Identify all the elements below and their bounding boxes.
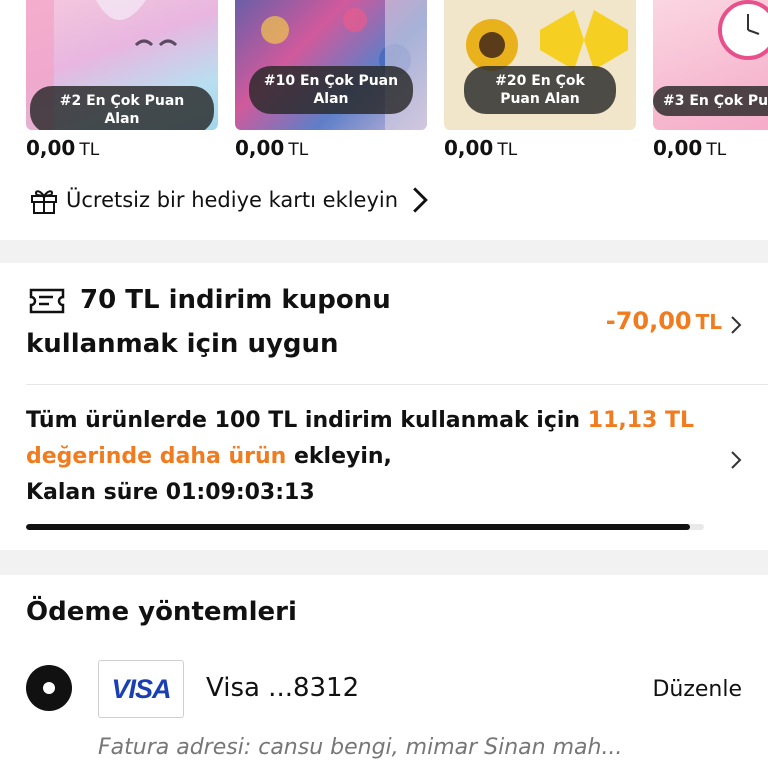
product-card[interactable]: #3 En Çok Pu 0,00 TL (653, 0, 768, 165)
product-price: 0,00 TL (235, 136, 309, 160)
product-price: 0,00 TL (653, 136, 727, 160)
product-image: #20 En Çok Puan Alan (444, 0, 636, 130)
ranking-badge: #2 En Çok Puan Alan (30, 86, 214, 130)
coupon-row[interactable]: 70 TL indirim kuponu kullanmak için uygu… (0, 263, 768, 383)
card-label: Visa ...8312 (206, 673, 360, 703)
section-divider (0, 240, 768, 263)
payment-methods-section: Ödeme yöntemleri VISA Visa ...8312 Düzen… (0, 575, 768, 768)
add-gift-card-link[interactable]: Ücretsiz bir hediye kartı ekleyin (28, 184, 436, 216)
coupon-title: 70 TL indirim kuponu (80, 285, 391, 315)
recommended-products-strip: #2 En Çok Puan Alan 0,00 TL #10 En Çok Pu… (0, 0, 768, 240)
promo-text: Tüm ürünlerde 100 TL indirim kullanmak i… (26, 408, 695, 505)
ranking-badge: #3 En Çok Pu (653, 86, 768, 116)
product-image: #2 En Çok Puan Alan (26, 0, 218, 130)
gift-icon (31, 190, 57, 214)
ranking-badge: #10 En Çok Puan Alan (249, 66, 413, 114)
product-card[interactable]: #10 En Çok Puan Alan 0,00 TL (235, 0, 427, 165)
coupon-subtitle: kullanmak için uygun (26, 329, 339, 359)
chevron-right-icon (731, 316, 742, 334)
section-divider (0, 550, 768, 575)
payment-methods-title: Ödeme yöntemleri (26, 597, 297, 627)
countdown-timer: Kalan süre 01:09:03:13 (26, 480, 315, 505)
coupon-discount-amount: -70,00 TL (605, 307, 722, 335)
progress-fill (26, 524, 691, 530)
product-price: 0,00 TL (444, 136, 518, 160)
chevron-right-icon (413, 187, 428, 213)
chevron-right-icon (731, 451, 742, 469)
gift-card-label: Ücretsiz bir hediye kartı ekleyin (66, 188, 399, 212)
edit-payment-button[interactable]: Düzenle (652, 677, 742, 702)
billing-address: Fatura adresi: cansu bengi, mimar Sinan … (98, 735, 623, 760)
promo-progress-bar (26, 524, 704, 530)
product-image: #3 En Çok Pu (653, 0, 768, 130)
ranking-badge: #20 En Çok Puan Alan (464, 66, 616, 114)
ticket-icon (29, 288, 65, 314)
payment-radio-selected[interactable] (26, 665, 72, 711)
product-card[interactable]: #2 En Çok Puan Alan 0,00 TL (26, 0, 218, 165)
product-image: #10 En Çok Puan Alan (235, 0, 427, 130)
promo-threshold-row[interactable]: Tüm ürünlerde 100 TL indirim kullanmak i… (0, 385, 768, 550)
product-price: 0,00 TL (26, 136, 100, 160)
product-card[interactable]: #20 En Çok Puan Alan 0,00 TL (444, 0, 636, 165)
visa-logo: VISA (98, 660, 184, 718)
